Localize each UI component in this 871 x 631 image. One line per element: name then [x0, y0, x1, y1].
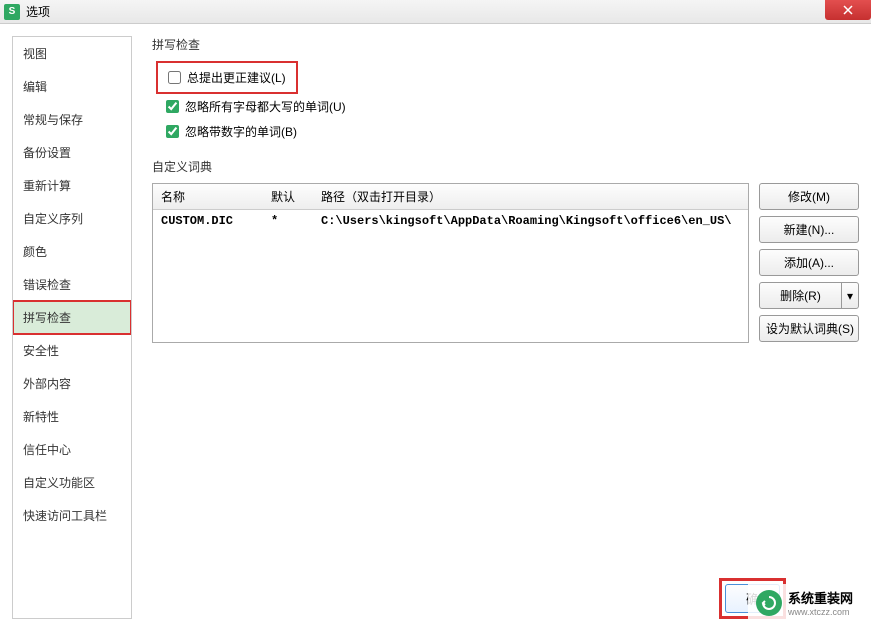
sidebar: 视图编辑常规与保存备份设置重新计算自定义序列颜色错误检查拼写检查安全性外部内容新…: [12, 36, 132, 619]
dict-container: 名称 默认 路径（双击打开目录） CUSTOM.DIC*C:\Users\kin…: [152, 183, 859, 343]
main-container: 视图编辑常规与保存备份设置重新计算自定义序列颜色错误检查拼写检查安全性外部内容新…: [0, 24, 871, 631]
sidebar-item-12[interactable]: 信任中心: [13, 433, 131, 466]
sidebar-item-6[interactable]: 颜色: [13, 235, 131, 268]
dict-buttons: 修改(M) 新建(N)... 添加(A)... 删除(R) ▾ 设为默认词典(S…: [759, 183, 859, 343]
close-icon: [843, 5, 853, 15]
dict-table-wrap: 名称 默认 路径（双击打开目录） CUSTOM.DIC*C:\Users\kin…: [152, 183, 749, 343]
checkbox-label-1: 忽略所有字母都大写的单词(U): [185, 98, 346, 115]
sidebar-item-11[interactable]: 新特性: [13, 400, 131, 433]
sidebar-item-0[interactable]: 视图: [13, 37, 131, 70]
new-button[interactable]: 新建(N)...: [759, 216, 859, 243]
checkbox-1[interactable]: [166, 100, 179, 113]
col-default[interactable]: 默认: [263, 184, 313, 210]
checkbox-row-1: 忽略所有字母都大写的单词(U): [158, 94, 859, 119]
chevron-down-icon[interactable]: ▾: [842, 283, 858, 308]
col-path[interactable]: 路径（双击打开目录）: [313, 184, 748, 210]
sidebar-item-10[interactable]: 外部内容: [13, 367, 131, 400]
checkbox-label-2: 忽略带数字的单词(B): [185, 123, 297, 140]
checkbox-row-2: 忽略带数字的单词(B): [158, 119, 859, 144]
delete-button[interactable]: 删除(R) ▾: [759, 282, 859, 309]
watermark: 系统重装网 www.xtczz.com: [748, 584, 861, 621]
cell-default: *: [263, 210, 313, 233]
sidebar-item-8[interactable]: 拼写检查: [13, 301, 131, 334]
cell-path: C:\Users\kingsoft\AppData\Roaming\Kingso…: [313, 210, 748, 233]
close-button[interactable]: [825, 0, 871, 20]
checkbox-0[interactable]: [168, 71, 181, 84]
modify-button[interactable]: 修改(M): [759, 183, 859, 210]
sidebar-item-5[interactable]: 自定义序列: [13, 202, 131, 235]
spellcheck-section-title: 拼写检查: [152, 36, 859, 53]
dict-section-title: 自定义词典: [152, 158, 859, 175]
sidebar-item-13[interactable]: 自定义功能区: [13, 466, 131, 499]
window-title: 选项: [26, 3, 50, 20]
dict-table: 名称 默认 路径（双击打开目录） CUSTOM.DIC*C:\Users\kin…: [153, 184, 748, 232]
watermark-icon: [756, 590, 782, 616]
watermark-text-wrap: 系统重装网 www.xtczz.com: [788, 588, 853, 617]
custom-dict-section: 自定义词典 名称 默认 路径（双击打开目录） CUSTOM.DIC*C:\Use…: [152, 158, 859, 343]
sidebar-item-9[interactable]: 安全性: [13, 334, 131, 367]
add-button[interactable]: 添加(A)...: [759, 249, 859, 276]
sidebar-item-2[interactable]: 常规与保存: [13, 103, 131, 136]
titlebar: S 选项: [0, 0, 871, 24]
sidebar-item-14[interactable]: 快速访问工具栏: [13, 499, 131, 532]
sidebar-item-1[interactable]: 编辑: [13, 70, 131, 103]
col-name[interactable]: 名称: [153, 184, 263, 210]
sidebar-item-4[interactable]: 重新计算: [13, 169, 131, 202]
set-default-button[interactable]: 设为默认词典(S): [759, 315, 859, 342]
checkbox-2[interactable]: [166, 125, 179, 138]
watermark-url: www.xtczz.com: [788, 607, 853, 617]
cell-name: CUSTOM.DIC: [153, 210, 263, 233]
checkbox-label-0: 总提出更正建议(L): [187, 69, 286, 86]
app-icon: S: [4, 4, 20, 20]
content-panel: 拼写检查 总提出更正建议(L) 忽略所有字母都大写的单词(U) 忽略带数字的单词(B…: [132, 36, 859, 619]
table-row[interactable]: CUSTOM.DIC*C:\Users\kingsoft\AppData\Roa…: [153, 210, 748, 233]
watermark-title: 系统重装网: [788, 588, 853, 607]
delete-button-label: 删除(R): [760, 283, 842, 308]
sidebar-item-3[interactable]: 备份设置: [13, 136, 131, 169]
checkbox-row-0: 总提出更正建议(L): [156, 61, 298, 94]
sidebar-item-7[interactable]: 错误检查: [13, 268, 131, 301]
